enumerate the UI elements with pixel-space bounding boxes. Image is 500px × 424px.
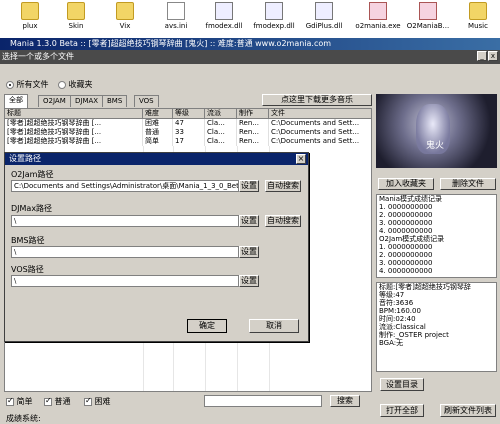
table-row[interactable]: [零者]超超绝技巧钢琴辞曲 [... 困难 47 Cla... Ren... C… — [5, 119, 371, 128]
filter-all-files[interactable]: 所有文件 — [6, 79, 49, 90]
vos-set-button[interactable]: 设置 — [239, 275, 259, 287]
download-more-button[interactable]: 点这里下载更多音乐 — [262, 94, 372, 106]
path-settings-dialog: 设置路径 × O2Jam路径 C:\Documents and Settings… — [4, 152, 309, 342]
radio-all-files[interactable] — [6, 80, 14, 89]
folder-icon — [469, 2, 487, 20]
col-maker[interactable]: 制作 — [237, 109, 269, 119]
desktop-icon-vix[interactable]: Vix — [97, 2, 153, 30]
folder-icon — [67, 2, 85, 20]
desktop-icon-music[interactable]: Music — [450, 2, 500, 30]
col-genre[interactable]: 流派 — [205, 109, 237, 119]
ok-button[interactable]: 确定 — [187, 319, 227, 333]
tab-all[interactable]: 全部 — [4, 94, 28, 108]
o2jam-path-input[interactable]: C:\Documents and Settings\Administrator\… — [11, 180, 239, 192]
col-level[interactable]: 等级 — [173, 109, 205, 119]
album-cover: 鬼火 — [376, 94, 497, 168]
tab-o2jam[interactable]: O2JAM — [38, 95, 71, 107]
djmax-auto-search-button[interactable]: 自动搜索 — [265, 215, 301, 227]
tab-djmax[interactable]: DJMAX — [70, 95, 104, 107]
o2jam-path-label: O2Jam路径 — [11, 170, 54, 179]
folder-icon — [21, 2, 39, 20]
table-row[interactable]: [零者]超超绝技巧钢琴辞曲 [... 简单 17 Cla... Ren... C… — [5, 137, 371, 146]
bms-set-button[interactable]: 设置 — [239, 246, 259, 258]
djmax-path-input[interactable]: \ — [11, 215, 239, 227]
dll-icon — [265, 2, 283, 20]
window-titlebar: Mania 1.3.0 Beta :: [零者]超超绝技巧钢琴辞曲 [鬼火] :… — [0, 38, 500, 50]
vos-path-input[interactable]: \ — [11, 275, 239, 287]
window-controls: _ x — [476, 51, 498, 61]
minimize-button[interactable]: _ — [477, 51, 487, 61]
app-icon — [419, 2, 437, 20]
tab-bms[interactable]: BMS — [102, 95, 128, 107]
bms-path-label: BMS路径 — [11, 236, 45, 245]
refresh-list-button[interactable]: 刷新文件列表 — [440, 404, 496, 417]
desktop-icon-gdiplus[interactable]: GdiPlus.dll — [296, 2, 352, 30]
col-title[interactable]: 标题 — [5, 109, 143, 119]
search-input[interactable] — [204, 395, 322, 407]
delete-file-button[interactable]: 删除文件 — [440, 178, 496, 190]
add-favorite-button[interactable]: 加入收藏夹 — [378, 178, 434, 190]
cancel-button[interactable]: 取消 — [249, 319, 299, 333]
score-system-label: 成绩系统: — [6, 414, 41, 423]
table-header: 标题 难度 等级 流派 制作 文件 — [5, 109, 371, 119]
desktop-icon-o2mania[interactable]: o2mania.exe — [350, 2, 406, 30]
table-row[interactable]: [零者]超超绝技巧钢琴辞曲 [... 普通 33 Cla... Ren... C… — [5, 128, 371, 137]
desktop-icon-skin[interactable]: Skin — [48, 2, 104, 30]
dll-icon — [315, 2, 333, 20]
desktop-icon-strip: plux Skin Vix avs.ini fmodex.dll fmodexp… — [0, 0, 500, 38]
checkbox-easy[interactable] — [6, 396, 14, 406]
radio-favorites[interactable] — [58, 80, 66, 89]
desktop-icon-fmodexp[interactable]: fmodexp.dll — [246, 2, 302, 30]
col-difficulty[interactable]: 难度 — [143, 109, 173, 119]
dialog-close-button[interactable]: × — [296, 154, 306, 164]
close-button[interactable]: x — [488, 51, 498, 61]
set-directory-button[interactable]: 设置目录 — [380, 378, 424, 391]
folder-icon — [116, 2, 134, 20]
checkbox-hard[interactable] — [84, 396, 92, 406]
filter-easy[interactable]: 简单 — [6, 396, 33, 407]
o2jam-set-button[interactable]: 设置 — [239, 180, 259, 192]
col-file[interactable]: 文件 — [269, 109, 371, 119]
desktop-icon-fmodex[interactable]: fmodex.dll — [196, 2, 252, 30]
filter-normal[interactable]: 普通 — [44, 396, 71, 407]
djmax-set-button[interactable]: 设置 — [239, 215, 259, 227]
open-all-button[interactable]: 打开全部 — [380, 404, 424, 417]
dll-icon — [215, 2, 233, 20]
filter-hard[interactable]: 困难 — [84, 396, 111, 407]
app-icon — [369, 2, 387, 20]
checkbox-normal[interactable] — [44, 396, 52, 406]
o2jam-auto-search-button[interactable]: 自动搜索 — [265, 180, 301, 192]
window-subtitle: 选择一个或多个文件 — [0, 50, 500, 64]
dialog-title: 设置路径 — [5, 153, 308, 165]
song-info-panel: 标题:[零者]超超绝技巧钢琴辞 等级:47 音符:3636 BPM:160.00… — [376, 282, 497, 372]
file-icon — [167, 2, 185, 20]
vos-path-label: VOS路径 — [11, 265, 44, 274]
score-records-panel: Mania模式成绩记录 1. 0000000000 2. 0000000000 … — [376, 194, 497, 278]
search-button[interactable]: 搜索 — [330, 395, 360, 407]
desktop-icon-o2maniab[interactable]: O2ManiaB... — [400, 2, 456, 30]
djmax-path-label: DJMax路径 — [11, 204, 53, 213]
bms-path-input[interactable]: \ — [11, 246, 239, 258]
tab-vos[interactable]: VOS — [134, 95, 159, 107]
filter-favorites[interactable]: 收藏夹 — [58, 79, 93, 90]
